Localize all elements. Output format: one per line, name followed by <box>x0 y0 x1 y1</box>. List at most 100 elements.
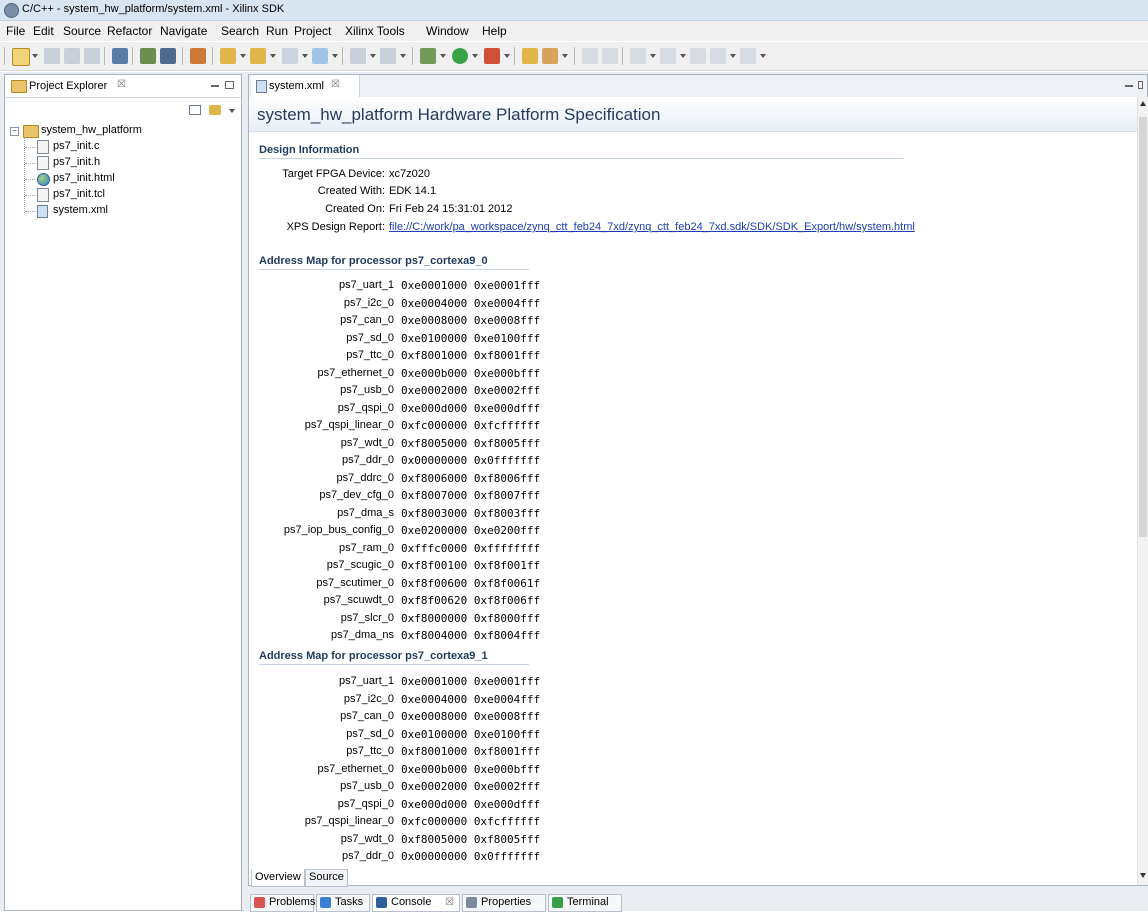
new-icon[interactable] <box>12 48 30 66</box>
tree-item-file[interactable]: system.xml <box>5 203 241 219</box>
run-icon[interactable] <box>452 48 468 64</box>
history-icon[interactable] <box>380 48 396 64</box>
new-folder-icon[interactable] <box>250 48 266 64</box>
toggle-mark-icon[interactable] <box>582 48 598 64</box>
tab-console[interactable]: Console ☒ <box>372 894 460 912</box>
menu-project[interactable]: Project <box>294 24 331 38</box>
forward-dropdown-icon[interactable] <box>760 54 766 58</box>
maximize-icon[interactable] <box>1138 81 1143 89</box>
editor-vertical-scrollbar[interactable] <box>1137 97 1148 885</box>
toolbar-separator <box>622 47 623 65</box>
link-with-editor-icon[interactable] <box>209 105 221 115</box>
xps-icon[interactable] <box>160 48 176 64</box>
new-file-dropdown-icon[interactable] <box>302 54 308 58</box>
last-edit-icon[interactable] <box>690 48 706 64</box>
tree-guide <box>25 195 35 196</box>
menu-source[interactable]: Source <box>63 24 101 38</box>
xilinx-app-icon <box>4 3 19 18</box>
minimize-icon[interactable] <box>1125 85 1133 87</box>
open-perspective-icon[interactable] <box>522 48 538 64</box>
menu-window[interactable]: Window <box>426 24 469 38</box>
close-icon[interactable]: ☒ <box>117 79 126 90</box>
external-tools-icon[interactable] <box>484 48 500 64</box>
pen-icon[interactable] <box>542 48 558 64</box>
peripheral-name: ps7_usb_0 <box>340 384 394 396</box>
close-icon[interactable]: ☒ <box>445 895 454 910</box>
save-icon[interactable] <box>44 48 60 64</box>
main-toolbar <box>0 42 1148 71</box>
menu-edit[interactable]: Edit <box>33 24 54 38</box>
print-icon[interactable] <box>84 48 100 64</box>
created-on-label: Created On: <box>325 203 385 215</box>
menu-xilinx-tools[interactable]: Xilinx Tools <box>345 24 405 38</box>
tab-problems[interactable]: Problems <box>250 894 315 912</box>
debug-icon[interactable] <box>420 48 436 64</box>
new-project-dropdown-icon[interactable] <box>240 54 246 58</box>
new-dropdown-icon[interactable] <box>32 54 38 58</box>
collapse-all-icon[interactable] <box>189 105 201 115</box>
next-annotation-icon[interactable] <box>630 48 646 64</box>
save-all-icon[interactable] <box>64 48 80 64</box>
new-folder-dropdown-icon[interactable] <box>270 54 276 58</box>
menu-run[interactable]: Run <box>266 24 288 38</box>
tab-system-xml[interactable]: system.xml ☒ <box>251 75 360 97</box>
sdk-icon[interactable] <box>190 48 206 64</box>
menu-navigate[interactable]: Navigate <box>160 24 207 38</box>
build-icon[interactable] <box>312 48 328 64</box>
back-dropdown-icon[interactable] <box>730 54 736 58</box>
back-icon[interactable] <box>710 48 726 64</box>
external-tools-dropdown-icon[interactable] <box>504 54 510 58</box>
run-dropdown-icon[interactable] <box>472 54 478 58</box>
next-annotation-dropdown-icon[interactable] <box>650 54 656 58</box>
tab-source[interactable]: Source <box>305 869 348 887</box>
new-project-icon[interactable] <box>220 48 236 64</box>
pen-dropdown-icon[interactable] <box>562 54 568 58</box>
menu-search[interactable]: Search <box>221 24 259 38</box>
close-icon[interactable]: ☒ <box>331 79 340 90</box>
maximize-icon[interactable] <box>225 81 234 89</box>
terminal-view-icon[interactable] <box>112 48 128 64</box>
peripheral-name: ps7_ddr_0 <box>342 454 394 466</box>
tab-project-explorer[interactable]: Project Explorer ☒ <box>5 75 126 96</box>
address-range: 0xe000b000 0xe000bfff <box>401 366 541 380</box>
menu-help[interactable]: Help <box>482 24 507 38</box>
expand-minus-icon[interactable]: − <box>10 127 19 136</box>
build-dropdown-icon[interactable] <box>332 54 338 58</box>
forward-icon[interactable] <box>740 48 756 64</box>
history-dropdown-icon[interactable] <box>400 54 406 58</box>
peripheral-name: ps7_qspi_0 <box>337 401 394 414</box>
scroll-thumb[interactable] <box>1139 117 1147 537</box>
scroll-up-icon[interactable] <box>1140 101 1146 106</box>
tab-properties[interactable]: Properties <box>462 894 546 912</box>
tree-item-label: ps7_init.h <box>53 156 101 168</box>
tab-tasks[interactable]: Tasks <box>316 894 370 912</box>
menu-file[interactable]: File <box>6 24 25 38</box>
prev-annotation-icon[interactable] <box>660 48 676 64</box>
tree-item-file[interactable]: ps7_init.tcl <box>5 187 241 203</box>
minimize-icon[interactable] <box>211 85 219 87</box>
tree-item-system-hw-platform[interactable]: − system_hw_platform <box>5 123 241 139</box>
show-whitespace-icon[interactable] <box>602 48 618 64</box>
search-icon[interactable] <box>350 48 366 64</box>
tree-item-file[interactable]: ps7_init.html <box>5 171 241 187</box>
program-fpga-icon[interactable] <box>140 48 156 64</box>
new-file-icon[interactable] <box>282 48 298 64</box>
tree-item-file[interactable]: ps7_init.c <box>5 139 241 155</box>
tab-overview[interactable]: Overview <box>251 869 305 887</box>
tab-label: Terminal <box>567 896 609 908</box>
menu-refactor[interactable]: Refactor <box>107 24 152 38</box>
peripheral-name: ps7_can_0 <box>340 710 394 722</box>
view-menu-icon[interactable] <box>229 109 235 113</box>
peripheral-name: ps7_ttc_0 <box>346 349 394 361</box>
problems-icon <box>254 897 265 908</box>
prev-annotation-dropdown-icon[interactable] <box>680 54 686 58</box>
search-dropdown-icon[interactable] <box>370 54 376 58</box>
peripheral-name: ps7_scugic_0 <box>326 559 394 571</box>
debug-dropdown-icon[interactable] <box>440 54 446 58</box>
scroll-down-icon[interactable] <box>1140 873 1146 878</box>
tab-terminal[interactable]: Terminal <box>548 894 622 912</box>
address-range: 0xe000d000 0xe000dfff <box>401 797 541 811</box>
address-range: 0xe0002000 0xe0002fff <box>401 384 541 397</box>
xps-report-link[interactable]: file://C:/work/pa_workspace/zynq_ctt_feb… <box>389 221 915 233</box>
tree-item-file[interactable]: ps7_init.h <box>5 155 241 171</box>
